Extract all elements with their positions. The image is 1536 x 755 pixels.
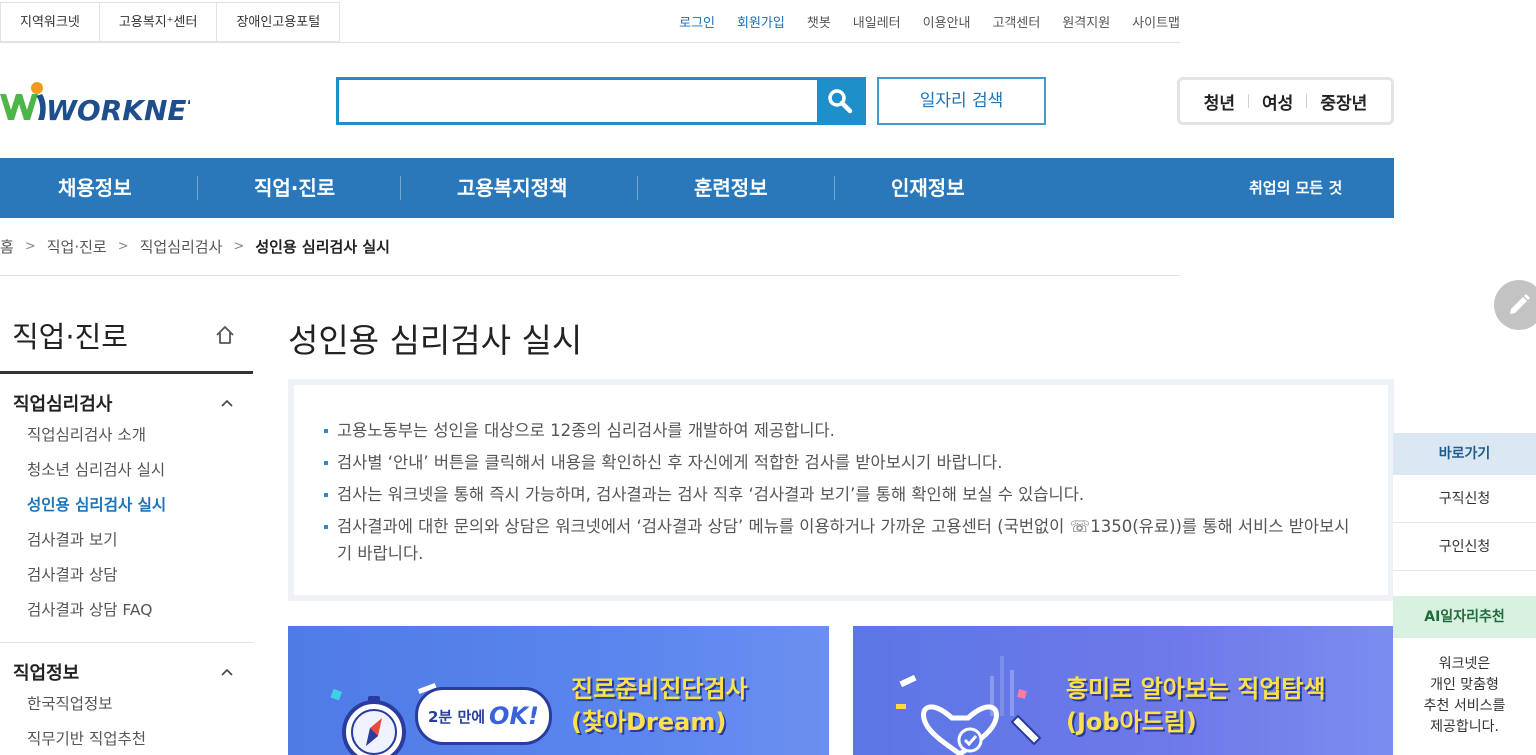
gnb-talent[interactable]: 인재정보 [891,158,965,218]
badge-ok-text: OK! [489,702,539,730]
newsletter-link[interactable]: 내일레터 [853,12,901,31]
ai-desc-line: 제공합니다. [1430,719,1499,735]
divider [400,176,401,200]
gnb-career[interactable]: 직업·진로 [254,158,335,218]
global-navigation: 채용정보 직업·진로 고용복지정책 훈련정보 인재정보 취업의 모든 것 [0,158,1394,218]
breadcrumb-career[interactable]: 직업·진로 [47,236,107,257]
home-icon[interactable] [214,324,236,346]
banner-title-line: 흥미로 알아보는 직업탐색 [1066,675,1326,703]
remote-support-link[interactable]: 원격지원 [1062,12,1110,31]
divider [834,176,835,200]
banner-title-line: 진로준비진단검사 [571,675,748,703]
worknet-logo[interactable]: WORKNET [0,76,208,127]
breadcrumb: 홈 > 직업·진로 > 직업심리검사 > 성인용 심리검사 실시 [0,218,1180,276]
quick-job-seeker-register[interactable]: 구직신청 [1393,475,1536,523]
notice-box: 고용노동부는 성인을 대상으로 12종의 심리검사를 개발하여 제공합니다. 검… [288,379,1394,601]
target-youth[interactable]: 청년 [1191,89,1248,114]
link-disabled-employment-portal[interactable]: 장애인고용포털 [217,2,341,42]
gnb-recruitment[interactable]: 채용정보 [58,158,132,218]
gnb-training[interactable]: 훈련정보 [694,158,768,218]
search-box [336,77,866,125]
search-input[interactable] [339,80,817,122]
gnb-welfare-policy[interactable]: 고용복지정책 [457,158,567,218]
notice-item: 검사별 ‘안내’ 버튼을 클릭해서 내용을 확인하신 후 자신에게 적합한 검사… [322,449,1354,476]
ai-desc-line: 개인 맞춤형 [1430,677,1499,693]
side-nav-title: 직업·진로 [12,320,128,354]
banner-title: 진로준비진단검사 (찾아Dream) [571,673,748,739]
side-nav-section-toggle[interactable]: 직업심리검사 [0,388,253,418]
side-nav-item[interactable]: 검사결과 보기 [0,523,253,558]
notice-item: 검사결과에 대한 문의와 상담은 워크넷에서 ‘검사결과 상담’ 메뉴를 이용하… [322,513,1354,567]
side-nav-item[interactable]: 직무기반 직업추천 [0,722,253,755]
side-nav-section-psych: 직업심리검사 직업심리검사 소개 청소년 심리검사 실시 성인용 심리검사 실시… [0,374,253,643]
career-readiness-test-banner[interactable]: 2분 만에 OK! 진로준비진단검사 (찾아Dream) [288,626,829,755]
chevron-right-icon: > [233,239,245,254]
side-nav-section-toggle[interactable]: 직업정보 [0,657,253,687]
chevron-right-icon: > [24,239,36,254]
notice-item: 검사는 워크넷을 통해 즉시 가능하며, 검사결과는 검사 직후 ‘검사결과 보… [322,481,1354,508]
side-nav-item[interactable]: 직업심리검사 소개 [0,418,253,453]
heart-check-icon [896,656,1042,755]
side-nav-item[interactable]: 검사결과 상담 FAQ [0,593,253,628]
quick-job-offer-register[interactable]: 구인신청 [1393,523,1536,571]
target-women[interactable]: 여성 [1249,89,1306,114]
side-nav-section-title: 직업정보 [13,663,80,684]
customer-center-link[interactable]: 고객센터 [992,12,1040,31]
interest-job-explore-banner[interactable]: 흥미로 알아보는 직업탐색 (Job아드림) [853,626,1394,755]
gnb-all-about-employment[interactable]: 취업의 모든 것 [1249,158,1342,218]
badge-small-text: 2분 만에 [427,707,486,726]
side-nav-item[interactable]: 청소년 심리검사 실시 [0,453,253,488]
breadcrumb-home[interactable]: 홈 [0,236,14,257]
ai-job-recommend-title[interactable]: AI일자리추천 [1393,596,1536,638]
side-nav-item[interactable]: 검사결과 상담 [0,558,253,593]
notice-item: 고용노동부는 성인을 대상으로 12종의 심리검사를 개발하여 제공합니다. [322,417,1354,444]
breadcrumb-psych-test[interactable]: 직업심리검사 [140,236,223,257]
page-title: 성인용 심리검사 실시 [288,321,583,360]
banner-title-line: (Job아드림) [1066,708,1197,736]
ai-desc-line: 추천 서비스를 [1423,698,1506,714]
svg-text:WORKNET: WORKNET [46,94,190,126]
side-navigation: 직업·진로 직업심리검사 직업심리검사 소개 청소년 심리검사 실시 성인용 심… [0,300,253,755]
search-button[interactable] [817,80,863,122]
chevron-up-icon [221,668,233,676]
breadcrumb-current: 성인용 심리검사 실시 [255,238,390,256]
side-nav-item-active[interactable]: 성인용 심리검사 실시 [0,488,253,523]
signup-link[interactable]: 회원가입 [737,12,785,31]
member-links: 로그인 회원가입 챗봇 내일레터 이용안내 고객센터 원격지원 사이트맵 [679,0,1180,43]
ai-desc-line: 워크넷은 [1438,656,1491,672]
side-nav-header: 직업·진로 [0,300,253,374]
login-link[interactable]: 로그인 [679,12,715,31]
side-nav-section-title: 직업심리검사 [13,394,113,415]
two-minute-ok-badge: 2분 만에 OK! [415,687,552,745]
utility-bar: 지역워크넷 고용복지⁺센터 장애인고용포털 로그인 회원가입 챗봇 내일레터 이… [0,0,1180,43]
link-regional-worknet[interactable]: 지역워크넷 [0,2,100,42]
sitemap-link[interactable]: 사이트맵 [1132,12,1180,31]
chevron-right-icon: > [117,239,129,254]
divider [637,176,638,200]
search-icon [828,89,853,114]
side-nav-item[interactable]: 한국직업정보 [0,687,253,722]
job-search-button[interactable]: 일자리 검색 [877,77,1046,125]
divider [197,176,198,200]
target-middle-aged[interactable]: 중장년 [1307,89,1380,114]
quick-menu: 바로가기 구직신청 구인신청 AI일자리추천 워크넷은 개인 맞춤형 추천 서비… [1393,433,1536,755]
banner-title: 흥미로 알아보는 직업탐색 (Job아드림) [1066,673,1326,739]
chevron-up-icon [221,399,233,407]
pencil-icon [1510,294,1530,314]
spacer [1393,571,1536,596]
family-site-links: 지역워크넷 고용복지⁺센터 장애인고용포털 [0,2,341,42]
target-group-menu: 청년 여성 중장년 [1177,77,1394,125]
side-nav-section-jobinfo: 직업정보 한국직업정보 직무기반 직업추천 [0,643,253,755]
ai-job-recommend-description: 워크넷은 개인 맞춤형 추천 서비스를 제공합니다. [1393,638,1536,755]
banner-title-line: (찾아Dream) [571,708,727,736]
chatbot-link[interactable]: 챗봇 [807,12,831,31]
edit-pencil-button[interactable] [1494,280,1536,330]
quick-menu-title: 바로가기 [1393,433,1536,475]
guide-link[interactable]: 이용안내 [923,12,971,31]
link-employment-welfare-center[interactable]: 고용복지⁺센터 [99,2,218,42]
